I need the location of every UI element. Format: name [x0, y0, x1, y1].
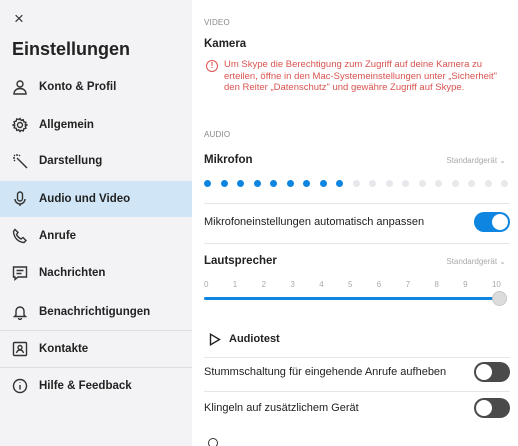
mic-level-dot — [204, 180, 211, 187]
mic-level-dot — [418, 180, 426, 187]
microphone-device-select[interactable]: Standardgerät ⌄ — [446, 156, 506, 165]
section-label-audio: AUDIO — [204, 130, 231, 139]
person-icon — [12, 79, 28, 95]
phone-icon — [12, 228, 28, 244]
sidebar-item-label: Audio und Video — [39, 193, 131, 205]
sidebar-item-konto[interactable]: Konto & Profil — [0, 69, 192, 105]
camera-permission-warning: Um Skype die Berechtigung zum Zugriff au… — [224, 59, 498, 93]
mic-level-dot — [336, 180, 343, 187]
sidebar-item-label: Benachrichtigungen — [39, 306, 151, 318]
partially-visible-icon — [208, 438, 218, 446]
volume-tick: 6 — [376, 280, 382, 289]
info-icon — [12, 378, 28, 394]
volume-tick: 2 — [261, 280, 267, 289]
toggle-knob — [476, 364, 492, 380]
mic-level-dot — [286, 180, 294, 187]
toggle-knob — [492, 214, 508, 230]
sidebar-item-label: Nachrichten — [39, 267, 106, 279]
divider — [204, 357, 510, 358]
warning-icon: ! — [206, 60, 218, 72]
speaker-heading: Lautsprecher — [204, 255, 277, 267]
ring-secondary-label: Klingeln auf zusätzlichem Gerät — [204, 402, 359, 414]
mic-level-dot — [468, 180, 475, 187]
volume-tick: 0 — [204, 280, 209, 289]
mic-level-dot — [435, 180, 442, 187]
unmute-incoming-toggle[interactable] — [474, 362, 510, 382]
sidebar-item-audio-video[interactable]: Audio und Video — [0, 181, 192, 217]
magic-wand-icon — [12, 153, 28, 169]
mic-level-dot — [319, 180, 327, 187]
speaker-device-select[interactable]: Standardgerät ⌄ — [446, 257, 506, 266]
divider — [204, 391, 510, 392]
volume-slider-handle[interactable] — [492, 291, 507, 306]
audiotest-button[interactable]: Audiotest — [229, 333, 280, 345]
volume-tick: 3 — [290, 280, 295, 289]
volume-tick: 7 — [405, 280, 411, 289]
auto-adjust-toggle[interactable] — [474, 212, 510, 232]
divider — [204, 203, 510, 204]
page-title: Einstellungen — [12, 39, 131, 59]
microphone-level-meter — [204, 180, 518, 187]
volume-tick: 8 — [434, 280, 439, 289]
bell-icon — [12, 304, 28, 320]
sidebar-item-label: Hilfe & Feedback — [39, 380, 132, 392]
volume-tick: 4 — [319, 280, 324, 289]
mic-level-dot — [369, 180, 376, 187]
volume-slider-track[interactable] — [204, 297, 501, 300]
mic-level-dot — [385, 180, 393, 187]
mic-level-dot — [501, 180, 508, 187]
volume-tick: 10 — [491, 280, 501, 289]
sidebar-item-benachrichtigungen[interactable]: Benachrichtigungen — [0, 294, 192, 330]
mic-level-dot — [237, 180, 244, 187]
microphone-heading: Mikrofon — [204, 154, 253, 166]
unmute-incoming-label: Stummschaltung für eingehende Anrufe auf… — [204, 366, 447, 378]
sidebar-item-hilfe[interactable]: Hilfe & Feedback — [0, 368, 192, 404]
sidebar-item-allgemein[interactable]: Allgemein — [0, 107, 192, 143]
sidebar: × Einstellungen Konto & Profil Allgemein… — [0, 0, 192, 446]
sidebar-item-kontakte[interactable]: Kontakte — [0, 331, 192, 367]
sidebar-item-label: Anrufe — [39, 230, 77, 242]
camera-heading: Kamera — [204, 38, 247, 50]
mic-level-dot — [220, 180, 228, 187]
sidebar-item-nachrichten[interactable]: Nachrichten — [0, 255, 192, 291]
sidebar-item-label: Kontakte — [39, 343, 89, 355]
gear-icon — [12, 117, 28, 133]
sidebar-item-label: Konto & Profil — [39, 81, 117, 93]
mic-level-dot — [253, 180, 261, 187]
play-icon[interactable] — [209, 332, 221, 351]
mic-level-dot — [303, 180, 310, 187]
sidebar-item-label: Darstellung — [39, 155, 103, 167]
mic-level-dot — [402, 180, 409, 187]
volume-tick: 9 — [463, 280, 468, 289]
contacts-icon — [12, 341, 28, 357]
message-icon — [12, 265, 28, 281]
close-button[interactable]: × — [14, 10, 24, 27]
volume-tick: 5 — [347, 280, 353, 289]
settings-panel: VIDEO Kamera ! Um Skype die Berechtigung… — [192, 0, 518, 446]
mic-level-dot — [484, 180, 492, 187]
sidebar-item-anrufe[interactable]: Anrufe — [0, 218, 192, 254]
volume-ticks: 0 1 2 3 4 5 6 7 8 9 10 — [204, 280, 501, 289]
sidebar-item-label: Allgemein — [39, 119, 94, 131]
volume-tick: 1 — [232, 280, 238, 289]
ring-secondary-toggle[interactable] — [474, 398, 510, 418]
mic-level-dot — [451, 180, 459, 187]
auto-adjust-label: Mikrofoneinstellungen automatisch anpass… — [204, 216, 425, 228]
toggle-knob — [476, 400, 492, 416]
mic-level-dot — [352, 180, 360, 187]
divider — [204, 243, 510, 244]
microphone-icon — [12, 191, 28, 207]
mic-level-dot — [270, 180, 277, 187]
sidebar-item-darstellung[interactable]: Darstellung — [0, 143, 192, 179]
section-label-video: VIDEO — [204, 18, 230, 27]
